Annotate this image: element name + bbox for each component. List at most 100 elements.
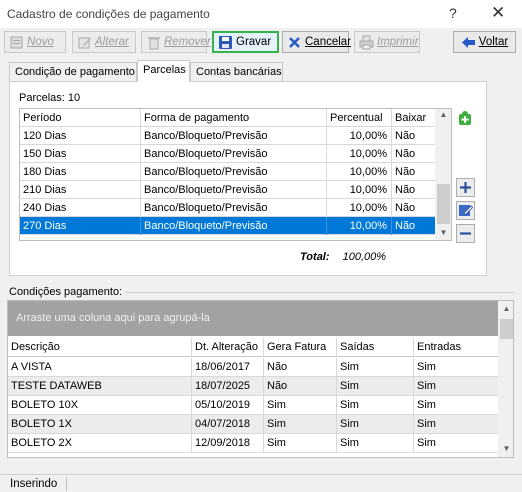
condicao-cell: Sim: [417, 418, 436, 430]
parcela-row[interactable]: 210 Dias Banco/Bloqueto/Previsão 10,00% Não: [20, 181, 435, 199]
tab-contas-bancarias[interactable]: Contas bancárias: [190, 62, 283, 82]
parcelas-scrollbar[interactable]: ▲ ▼: [435, 109, 451, 240]
parcela-cell: 150 Dias: [20, 145, 141, 163]
total-label: Total:: [300, 251, 330, 263]
parcela-cell: Banco/Bloqueto/Previsão: [141, 145, 327, 163]
condicao-cell: 18/06/2017: [192, 358, 264, 377]
parcela-cell: Banco/Bloqueto/Previsão: [141, 199, 327, 217]
condicao-cell: Sim: [337, 377, 414, 396]
alterar-label: Alterar: [95, 36, 129, 48]
col-forma-pagamento[interactable]: Forma de pagamento: [141, 109, 327, 127]
condicoes-grid: Arraste uma coluna aqui para agrupá-la D…: [7, 300, 514, 458]
scroll-up-icon[interactable]: ▲: [498, 304, 513, 313]
help-button[interactable]: ?: [449, 5, 457, 21]
condicoes-label: Condições pagamento:: [9, 286, 123, 298]
col-percentual[interactable]: Percentual: [327, 109, 392, 127]
parcela-cell: Banco/Bloqueto/Previsão: [141, 181, 327, 199]
condicao-row[interactable]: BOLETO 2X 12/09/2018 Sim Sim Sim: [8, 434, 498, 453]
group-by-panel[interactable]: Arraste uma coluna aqui para agrupá-la: [8, 301, 498, 336]
edit-parcel-button[interactable]: [456, 201, 475, 220]
gravar-button[interactable]: Gravar: [212, 31, 279, 53]
total-value: 100,00%: [342, 251, 387, 263]
add-parcel-button[interactable]: [456, 109, 475, 128]
scroll-thumb[interactable]: [500, 319, 513, 339]
parcelas-grid: Período Forma de pagamento Percentual Ba…: [19, 108, 452, 241]
trash-icon: [146, 35, 161, 50]
parcela-cell: 10,00%: [327, 199, 392, 217]
cancel-x-icon: [287, 35, 302, 50]
condicao-cell: TESTE DATAWEB: [8, 377, 192, 396]
remover-label: Remover: [164, 36, 211, 48]
parcela-cell: 180 Dias: [20, 163, 141, 181]
arrow-left-icon: [461, 35, 476, 50]
col-descricao[interactable]: Descrição: [8, 338, 192, 357]
condicao-cell: Sim: [337, 434, 414, 453]
parcela-cell: Não: [395, 184, 416, 196]
close-button[interactable]: ✕: [491, 3, 505, 23]
minus-icon: [457, 225, 472, 240]
toolbar: Novo Alterar Remover Gravar Cancelar Imp…: [0, 28, 522, 55]
gravar-label: Gravar: [236, 36, 272, 48]
parcelas-header: Período Forma de pagamento Percentual Ba…: [20, 109, 435, 127]
scroll-up-icon[interactable]: ▲: [435, 110, 451, 119]
printer-icon: [359, 35, 374, 50]
parcela-cell: 10,00%: [327, 181, 392, 199]
condicoes-header: Descrição Dt. Alteração Gera Fatura Saíd…: [8, 338, 498, 357]
minus-button[interactable]: [456, 224, 475, 243]
alterar-button[interactable]: Alterar: [72, 31, 136, 53]
parcela-cell: 120 Dias: [20, 127, 141, 145]
condicao-cell: 04/07/2018: [192, 415, 264, 434]
scroll-down-icon[interactable]: ▼: [498, 444, 513, 453]
status-bar: Inserindo: [0, 474, 522, 492]
col-periodo[interactable]: Período: [20, 109, 141, 127]
col-entradas[interactable]: Entradas: [414, 338, 498, 357]
condicao-cell: BOLETO 10X: [8, 396, 192, 415]
window-title: Cadastro de condições de pagamento: [7, 7, 210, 21]
total-row: Total: 100,00%: [300, 251, 386, 263]
scroll-thumb[interactable]: [437, 184, 450, 224]
condicao-cell: Sim: [264, 434, 337, 453]
condicao-row[interactable]: BOLETO 1X 04/07/2018 Sim Sim Sim: [8, 415, 498, 434]
novo-button[interactable]: Novo: [4, 31, 66, 53]
imprimir-button[interactable]: Imprimir: [354, 31, 420, 53]
col-dt-alteracao[interactable]: Dt. Alteração: [192, 338, 264, 357]
plus-button[interactable]: [456, 178, 475, 197]
parcela-cell: 10,00%: [327, 163, 392, 181]
condicao-cell: Sim: [337, 358, 414, 377]
condicoes-scrollbar[interactable]: ▲ ▼: [498, 301, 513, 457]
condicao-cell: 18/07/2025: [192, 377, 264, 396]
parcela-row[interactable]: 150 Dias Banco/Bloqueto/Previsão 10,00% Não: [20, 145, 435, 163]
condicao-cell: 05/10/2019: [192, 396, 264, 415]
parcela-cell: Não: [395, 220, 416, 232]
parcela-cell: Banco/Bloqueto/Previsão: [141, 127, 327, 145]
parcela-cell: 270 Dias: [20, 217, 141, 235]
imprimir-label: Imprimir: [377, 36, 419, 48]
condicao-cell: Não: [264, 358, 337, 377]
voltar-label: Voltar: [478, 36, 509, 48]
edit-icon: [77, 35, 92, 50]
status-separator: [66, 477, 67, 491]
tab-parcelas[interactable]: Parcelas: [137, 60, 190, 82]
condicao-row[interactable]: A VISTA 18/06/2017 Não Sim Sim: [8, 358, 498, 377]
cancelar-button[interactable]: Cancelar: [282, 31, 351, 53]
parcela-row[interactable]: 180 Dias Banco/Bloqueto/Previsão 10,00% Não: [20, 163, 435, 181]
parcela-cell: 240 Dias: [20, 199, 141, 217]
col-saidas[interactable]: Saídas: [337, 338, 414, 357]
remover-button[interactable]: Remover: [141, 31, 211, 53]
tab-condicao-pagamento[interactable]: Condição de pagamento: [9, 62, 137, 82]
voltar-button[interactable]: Voltar: [453, 31, 516, 53]
scroll-down-icon[interactable]: ▼: [435, 228, 451, 237]
condicao-cell: 12/09/2018: [192, 434, 264, 453]
parcela-row[interactable]: 120 Dias Banco/Bloqueto/Previsão 10,00% Não: [20, 127, 435, 145]
col-baixar[interactable]: Baixar: [392, 109, 435, 127]
parcela-cell: 10,00%: [327, 127, 392, 145]
condicao-row[interactable]: BOLETO 10X 05/10/2019 Sim Sim Sim: [8, 396, 498, 415]
title-bar: Cadastro de condições de pagamento ? ✕: [0, 0, 522, 28]
parcela-cell: Não: [395, 166, 416, 178]
parcela-row[interactable]: 240 Dias Banco/Bloqueto/Previsão 10,00% Não: [20, 199, 435, 217]
condicao-row[interactable]: TESTE DATAWEB 18/07/2025 Não Sim Sim: [8, 377, 498, 396]
col-gera-fatura[interactable]: Gera Fatura: [264, 338, 337, 357]
parcela-row[interactable]: 270 Dias Banco/Bloqueto/Previsão 10,00% Não: [20, 217, 435, 235]
condicao-cell: Sim: [264, 396, 337, 415]
condicao-cell: Sim: [264, 415, 337, 434]
